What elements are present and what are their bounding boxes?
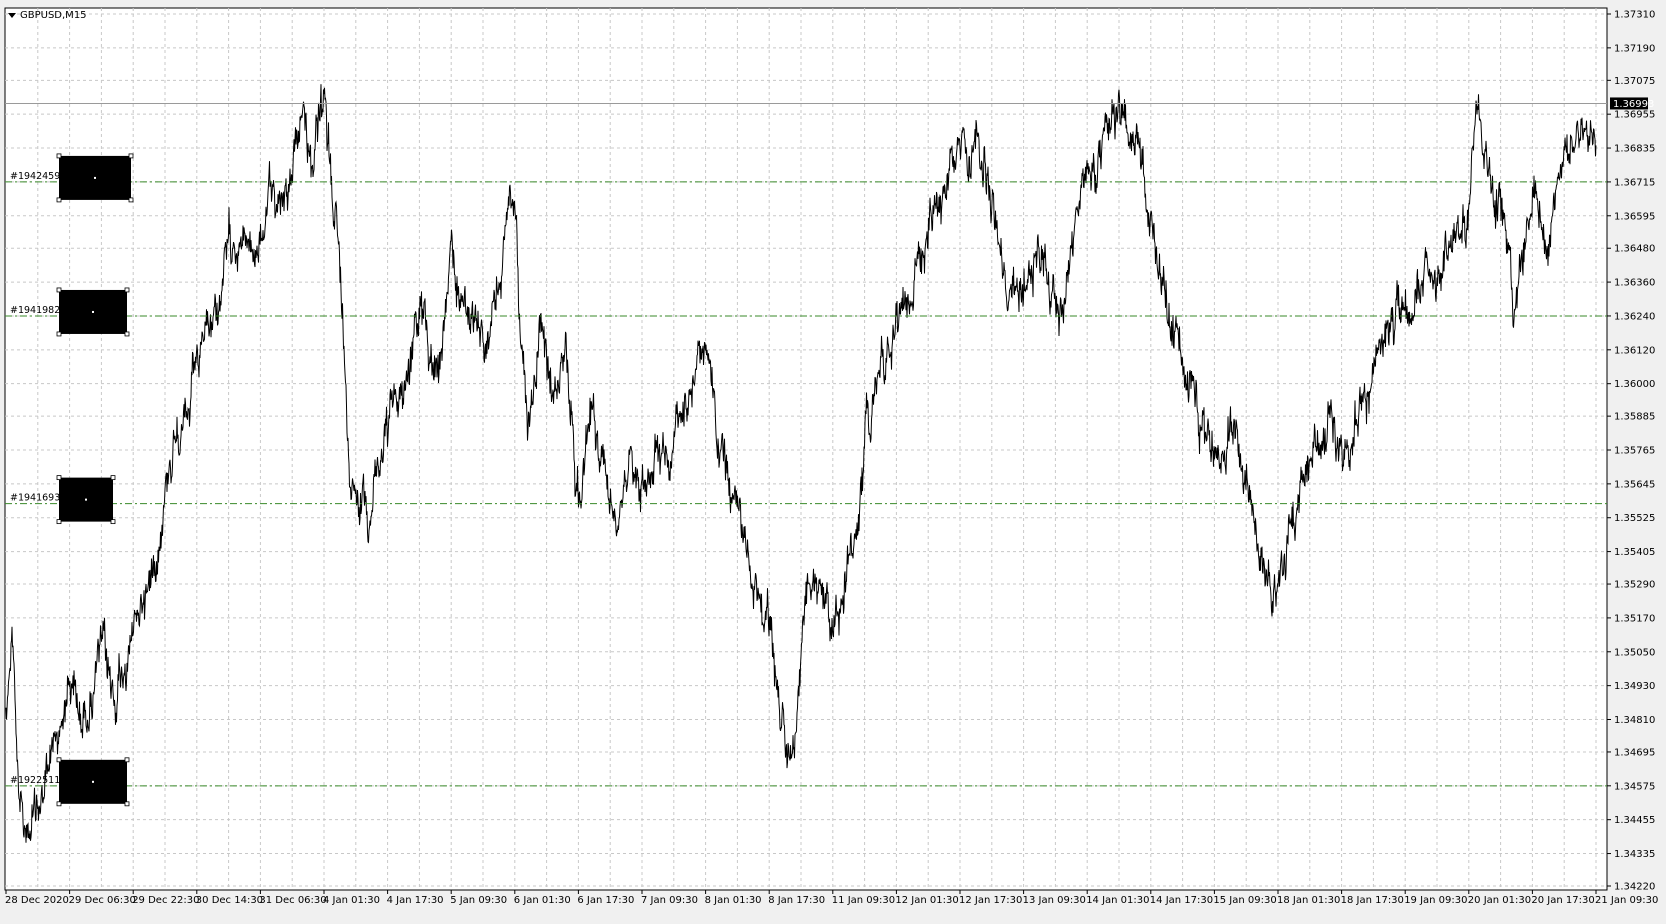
y-tick-label: 1.36000 bbox=[1614, 379, 1655, 390]
x-tick-label: 14 Jan 01:30 bbox=[1086, 895, 1149, 906]
x-tick-label: 19 Jan 09:30 bbox=[1404, 895, 1467, 906]
order-box-handle[interactable] bbox=[124, 801, 130, 807]
x-tick-label: 12 Jan 01:30 bbox=[895, 895, 958, 906]
x-tick-label: 21 Jan 09:30 bbox=[1595, 895, 1658, 906]
x-tick-label: 29 Dec 22:30 bbox=[132, 895, 199, 906]
y-tick-label: 1.37190 bbox=[1614, 43, 1655, 54]
order-box-handle[interactable] bbox=[56, 197, 62, 203]
x-tick-label: 8 Jan 01:30 bbox=[705, 895, 762, 906]
chart-title: GBPUSD,M15 bbox=[20, 10, 87, 21]
plot-area[interactable] bbox=[4, 7, 1608, 891]
y-tick-label: 1.36955 bbox=[1614, 110, 1655, 121]
time-axis[interactable]: 28 Dec 2020 29 Dec 06:3029 Dec 22:3030 De… bbox=[5, 890, 1658, 906]
order-box-handle[interactable] bbox=[110, 519, 116, 525]
y-tick-label: 1.36835 bbox=[1614, 144, 1655, 155]
current-price-label: 1.36993 bbox=[1613, 99, 1654, 110]
x-tick-label: 14 Jan 17:30 bbox=[1150, 895, 1213, 906]
y-tick-label: 1.34575 bbox=[1614, 781, 1655, 792]
order-box-handle[interactable] bbox=[56, 331, 62, 337]
y-tick-label: 1.36240 bbox=[1614, 311, 1655, 322]
x-tick-label: 4 Jan 17:30 bbox=[387, 895, 444, 906]
order-box-handle[interactable] bbox=[128, 153, 134, 159]
order-box-handle[interactable] bbox=[56, 757, 62, 763]
x-tick-label: 6 Jan 17:30 bbox=[577, 895, 634, 906]
y-tick-label: 1.35405 bbox=[1614, 547, 1655, 558]
order-box-handle[interactable] bbox=[124, 331, 130, 337]
y-tick-label: 1.35050 bbox=[1614, 647, 1655, 658]
x-tick-label: 8 Jan 17:30 bbox=[768, 895, 825, 906]
y-tick-label: 1.36715 bbox=[1614, 177, 1655, 188]
order-label: #194169356 bbox=[10, 493, 72, 504]
y-tick-label: 1.35170 bbox=[1614, 613, 1655, 624]
order-label: #192251144 bbox=[10, 775, 72, 786]
y-tick-label: 1.36120 bbox=[1614, 345, 1655, 356]
y-tick-label: 1.34930 bbox=[1614, 681, 1655, 692]
order-box-center bbox=[85, 498, 87, 501]
price-axis[interactable]: 1.37310 1.37190 1.37075 1.36955 1.36835 1.367… bbox=[1607, 10, 1655, 893]
x-tick-label: 29 Dec 06:30 bbox=[69, 895, 136, 906]
y-tick-label: 1.34810 bbox=[1614, 715, 1655, 726]
order-box-handle[interactable] bbox=[56, 801, 62, 807]
x-tick-label: 18 Jan 17:30 bbox=[1341, 895, 1404, 906]
x-tick-label: 5 Jan 09:30 bbox=[450, 895, 507, 906]
y-tick-label: 1.35645 bbox=[1614, 479, 1655, 490]
order-box-handle[interactable] bbox=[56, 519, 62, 525]
order-label: #194245924 bbox=[10, 171, 72, 182]
order-box-center bbox=[92, 310, 94, 313]
y-tick-label: 1.34220 bbox=[1614, 882, 1655, 893]
chart-window[interactable]: #194245924 #194198232 #194169356 #192251144… bbox=[0, 0, 1666, 924]
order-box-handle[interactable] bbox=[56, 475, 62, 481]
order-box-handle[interactable] bbox=[124, 757, 130, 763]
y-tick-label: 1.37310 bbox=[1614, 10, 1655, 21]
price-chart[interactable]: #194245924 #194198232 #194169356 #192251144… bbox=[0, 0, 1666, 924]
x-tick-label: 11 Jan 09:30 bbox=[832, 895, 895, 906]
y-tick-label: 1.34335 bbox=[1614, 849, 1655, 860]
order-box-handle[interactable] bbox=[128, 197, 134, 203]
y-tick-label: 1.35525 bbox=[1614, 513, 1655, 524]
x-tick-label: 7 Jan 09:30 bbox=[641, 895, 698, 906]
x-tick-label: 20 Jan 17:30 bbox=[1531, 895, 1594, 906]
order-box-center bbox=[92, 780, 94, 783]
x-tick-label: 4 Jan 01:30 bbox=[323, 895, 380, 906]
x-tick-label: 12 Jan 17:30 bbox=[959, 895, 1022, 906]
y-tick-label: 1.36360 bbox=[1614, 278, 1655, 289]
y-tick-label: 1.35885 bbox=[1614, 412, 1655, 423]
order-box-center bbox=[94, 176, 96, 179]
y-tick-label: 1.36595 bbox=[1614, 211, 1655, 222]
y-tick-label: 1.34455 bbox=[1614, 815, 1655, 826]
x-tick-label: 6 Jan 01:30 bbox=[514, 895, 571, 906]
y-tick-label: 1.35290 bbox=[1614, 580, 1655, 591]
x-tick-label: 15 Jan 09:30 bbox=[1213, 895, 1276, 906]
y-tick-label: 1.36480 bbox=[1614, 244, 1655, 255]
x-tick-label: 28 Dec 2020 bbox=[5, 895, 69, 906]
y-tick-label: 1.34695 bbox=[1614, 747, 1655, 758]
x-tick-label: 20 Jan 01:30 bbox=[1468, 895, 1531, 906]
y-tick-label: 1.35765 bbox=[1614, 446, 1655, 457]
x-tick-label: 30 Dec 14:30 bbox=[196, 895, 263, 906]
order-box-handle[interactable] bbox=[110, 475, 116, 481]
order-box-handle[interactable] bbox=[56, 153, 62, 159]
x-tick-label: 18 Jan 01:30 bbox=[1277, 895, 1340, 906]
order-label: #194198232 bbox=[10, 305, 72, 316]
order-box-handle[interactable] bbox=[124, 287, 130, 293]
x-tick-label: 13 Jan 09:30 bbox=[1023, 895, 1086, 906]
order-box-handle[interactable] bbox=[56, 287, 62, 293]
x-tick-label: 31 Dec 06:30 bbox=[259, 895, 326, 906]
y-tick-label: 1.37075 bbox=[1614, 76, 1655, 87]
